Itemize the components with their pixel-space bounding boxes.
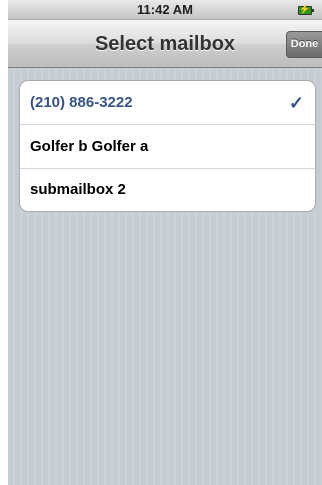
mailbox-item-label: Golfer b Golfer a (30, 138, 149, 155)
checkmark-icon: ✓ (288, 93, 304, 113)
mailbox-item-selected[interactable]: (210) 886-3222 ✓ (20, 81, 315, 125)
status-time: 11:42 AM (137, 2, 193, 17)
navigation-bar: Select mailbox Done (8, 20, 322, 68)
mailbox-item-label: (210) 886-3222 (30, 94, 133, 111)
mailbox-item-label: submailbox 2 (30, 181, 126, 198)
charging-bolt-icon: ⚡ (299, 4, 311, 14)
mailbox-item[interactable]: submailbox 2 (20, 169, 315, 211)
mailbox-list: (210) 886-3222 ✓ Golfer b Golfer a subma… (19, 80, 316, 212)
status-bar: 11:42 AM ⚡ (8, 0, 322, 20)
screen: 11:42 AM ⚡ Select mailbox Done (210) 886… (8, 0, 322, 485)
mailbox-item[interactable]: Golfer b Golfer a (20, 125, 315, 169)
done-button[interactable]: Done (286, 31, 322, 58)
page-title: Select mailbox (94, 33, 236, 55)
